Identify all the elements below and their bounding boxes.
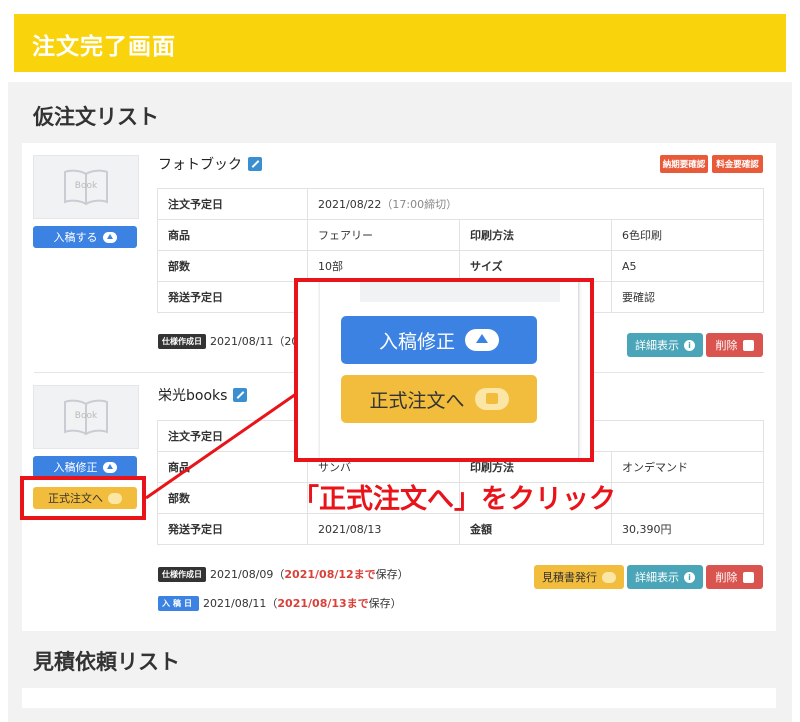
item-name: フォトブック xyxy=(158,154,262,174)
estimate-list-panel xyxy=(22,688,776,708)
table-header-cell: 注文予定日 xyxy=(157,188,308,220)
zoom-panel: 入稿修正 正式注文へ xyxy=(294,278,594,462)
status-badge: 納期要確認 xyxy=(660,155,708,173)
order-date-value: 2021/08/22 xyxy=(318,198,382,211)
callout-highlight-box xyxy=(20,476,146,520)
table-row: 発送予定日 2021/08/13 金額 30,390円 xyxy=(157,513,764,545)
spec-created-date: 2021/08/11（20 xyxy=(210,335,299,348)
table-cell: 10部 xyxy=(307,250,460,282)
table-header-cell: 商品 xyxy=(157,219,308,251)
deadline-note: （17:00締切） xyxy=(381,198,458,211)
callout-instruction: 「正式注文へ」をクリック xyxy=(292,484,616,515)
upload-icon xyxy=(102,231,117,243)
book-icon: Book xyxy=(64,399,108,436)
table-header-cell: 発送予定日 xyxy=(157,513,308,545)
callout-connector-line xyxy=(146,392,297,500)
upload-icon xyxy=(465,329,499,351)
spec-created-tag: 仕様作成日 xyxy=(158,566,206,582)
upload-revise-button[interactable]: 入稿修正 xyxy=(33,456,137,478)
table-cell: 30,390円 xyxy=(611,513,764,545)
document-icon xyxy=(602,571,616,583)
page-header: 注文完了画面 xyxy=(14,14,786,72)
provisional-list-title: 仮注文リスト xyxy=(33,105,159,129)
detail-button-label: 詳細表示 xyxy=(635,571,679,584)
table-cell xyxy=(611,482,764,514)
book-icon: Book xyxy=(64,169,108,206)
delete-button-label: 削除 xyxy=(715,571,738,584)
table-row: 商品 フェアリー 印刷方法 6色印刷 xyxy=(157,219,764,251)
upload-button-label: 入稿する xyxy=(53,231,98,244)
zoom-inner xyxy=(320,282,579,458)
status-badge: 料金要確認 xyxy=(712,155,763,173)
svg-text:Book: Book xyxy=(75,411,98,421)
zoom-thumbnail-edge xyxy=(360,282,560,302)
trash-icon xyxy=(742,339,754,351)
trash-icon xyxy=(742,571,754,583)
table-header-cell: 部数 xyxy=(157,250,308,282)
spec-created-tag: 仕様作成日 xyxy=(158,333,206,349)
zoom-formal-order-label: 正式注文へ xyxy=(369,389,465,412)
table-row: 部数 10部 サイズ A5 xyxy=(157,250,764,282)
spec-created-meta: 仕様作成日 2021/08/09（ 2021/08/12まで 保存） xyxy=(158,566,409,582)
detail-button-label: 詳細表示 xyxy=(635,339,679,352)
upload-revise-label: 入稿修正 xyxy=(53,461,98,474)
table-cell: オンデマンド xyxy=(611,451,764,483)
book-thumbnail: Book xyxy=(33,385,139,449)
upload-save-suffix: 保存） xyxy=(368,597,402,610)
book-thumbnail: Book xyxy=(33,155,139,219)
table-cell: 6色印刷 xyxy=(611,219,764,251)
delete-button[interactable]: 削除 xyxy=(706,333,763,357)
zoom-formal-order-button[interactable]: 正式注文へ xyxy=(341,375,537,423)
detail-button[interactable]: 詳細表示 i xyxy=(627,565,703,589)
table-row: 注文予定日 2021/08/22（17:00締切） xyxy=(157,188,764,220)
detail-button[interactable]: 詳細表示 i xyxy=(627,333,703,357)
estimate-button[interactable]: 見積書発行 xyxy=(534,565,624,589)
table-header-cell: 金額 xyxy=(459,513,612,545)
item-name-text: フォトブック xyxy=(158,157,242,173)
upload-save-until: 2021/08/13まで xyxy=(277,597,369,610)
table-cell: 要確認 xyxy=(611,281,764,313)
zoom-upload-revise-label: 入稿修正 xyxy=(378,330,455,353)
estimate-button-label: 見積書発行 xyxy=(542,571,597,584)
upload-icon xyxy=(102,461,117,473)
info-icon: i xyxy=(684,571,695,583)
spec-save-until: 2021/08/12まで xyxy=(284,568,376,581)
spec-created-date: 2021/08/09（ xyxy=(210,568,285,581)
table-header-cell: 印刷方法 xyxy=(459,219,612,251)
table-header-cell: 発送予定日 xyxy=(157,281,308,313)
page-title: 注文完了画面 xyxy=(32,34,176,60)
svg-text:Book: Book xyxy=(75,181,98,191)
upload-date-meta: 入稿日 2021/08/11（ 2021/08/13まで 保存） xyxy=(158,595,402,611)
info-icon: i xyxy=(684,339,695,351)
spec-created-meta: 仕様作成日 2021/08/11（20 xyxy=(158,333,298,349)
estimate-list-title: 見積依頼リスト xyxy=(33,650,180,674)
table-cell: 2021/08/13 xyxy=(307,513,460,545)
upload-button[interactable]: 入稿する xyxy=(33,226,137,248)
table-header-cell: サイズ xyxy=(459,250,612,282)
spec-save-suffix: 保存） xyxy=(375,568,409,581)
delete-button[interactable]: 削除 xyxy=(706,565,763,589)
edit-icon[interactable] xyxy=(248,157,262,171)
zoom-upload-revise-button[interactable]: 入稿修正 xyxy=(341,316,537,364)
package-icon xyxy=(474,388,509,410)
table-cell: フェアリー xyxy=(307,219,460,251)
table-cell: 2021/08/22（17:00締切） xyxy=(307,188,764,220)
upload-date: 2021/08/11（ xyxy=(203,597,278,610)
upload-date-tag: 入稿日 xyxy=(158,595,199,611)
delete-button-label: 削除 xyxy=(715,339,738,352)
table-cell: A5 xyxy=(611,250,764,282)
